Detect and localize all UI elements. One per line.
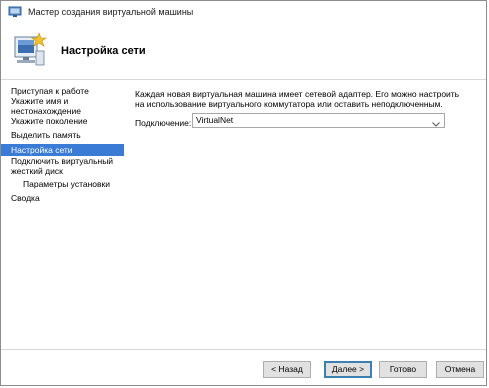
step-getting-started[interactable]: Приступая к работе: [1, 86, 124, 96]
network-description: Каждая новая виртуальная машина имеет се…: [135, 89, 460, 109]
step-networking[interactable]: Настройка сети: [1, 144, 124, 156]
cancel-button[interactable]: Отмена: [436, 361, 484, 378]
connection-label: Подключение:: [135, 118, 192, 128]
page-title: Настройка сети: [61, 45, 146, 57]
step-virtual-disk-line2[interactable]: жесткий диск: [1, 166, 124, 176]
wizard-footer: < Назад Далее > Готово Отмена: [1, 349, 486, 385]
wizard-header: Настройка сети: [1, 23, 486, 80]
connection-select[interactable]: VirtualNet: [192, 113, 445, 128]
hyperv-window-icon: [8, 6, 22, 18]
title-bar: Мастер создания виртуальной машины: [1, 1, 486, 23]
back-button[interactable]: < Назад: [263, 361, 311, 378]
step-name-location-line1[interactable]: Укажите имя и: [1, 96, 124, 106]
chevron-down-icon: [432, 118, 440, 127]
monitor-star-icon: [9, 27, 49, 71]
wizard-window: Мастер создания виртуальной машины Настр…: [0, 0, 487, 386]
connection-select-value: VirtualNet: [196, 115, 234, 125]
step-name-location-line2[interactable]: нестонахождение: [1, 106, 124, 116]
steps-sidebar: Приступая к работе Укажите имя и нестона…: [1, 80, 124, 352]
step-generation[interactable]: Укажите поколение: [1, 116, 124, 126]
window-title: Мастер создания виртуальной машины: [28, 7, 194, 17]
step-summary[interactable]: Сводка: [1, 193, 124, 203]
step-memory[interactable]: Выделить память: [1, 130, 124, 140]
content-area: Каждая новая виртуальная машина имеет се…: [127, 80, 486, 352]
step-install-options[interactable]: Параметры установки: [1, 179, 124, 189]
next-button[interactable]: Далее >: [324, 361, 372, 378]
step-virtual-disk-line1[interactable]: Подключить виртуальный: [1, 156, 124, 166]
finish-button[interactable]: Готово: [379, 361, 427, 378]
